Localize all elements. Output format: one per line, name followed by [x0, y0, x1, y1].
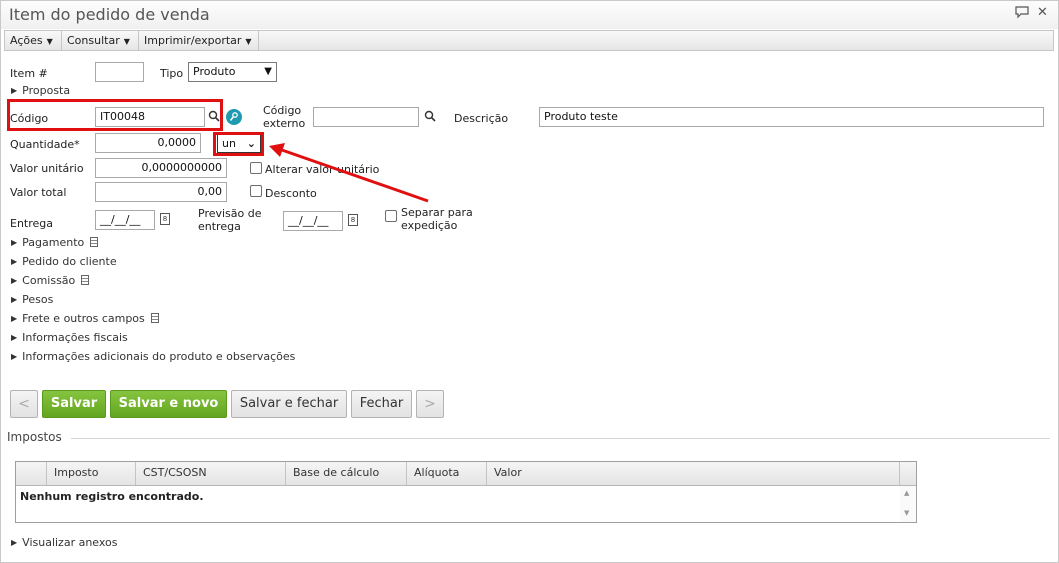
separar-expedicao-checkbox[interactable] — [385, 210, 397, 222]
item-number-label: Item # — [10, 67, 48, 80]
expand-triangle-icon: ▶ — [11, 538, 18, 547]
product-info-icon[interactable] — [226, 109, 242, 125]
expand-triangle-icon: ▶ — [11, 86, 18, 95]
valor-unitario-input[interactable]: 0,0000000000 — [95, 158, 227, 178]
section-pagamento[interactable]: ▶ Pagamento — [11, 236, 99, 249]
caret-down-icon: ▼ — [46, 37, 53, 46]
speech-bubble-icon[interactable] — [1014, 5, 1030, 23]
codigo-externo-label: Código externo — [263, 104, 306, 130]
order-item-window: Item do pedido de venda ✕ Ações ▼ Consult… — [0, 0, 1059, 563]
valor-total-label: Valor total — [10, 186, 67, 199]
calendar-icon[interactable]: 8 — [348, 214, 358, 226]
section-informacoes-adicionais[interactable]: ▶ Informações adicionais do produto e obs… — [11, 350, 295, 363]
salvar-fechar-button[interactable]: Salvar e fechar — [231, 390, 347, 418]
impostos-grid: Imposto CST/CSOSN Base de cálculo Alíquo… — [15, 461, 917, 523]
valor-unitario-label: Valor unitário — [10, 162, 84, 175]
desconto-checkbox[interactable] — [250, 185, 262, 197]
entrega-label: Entrega — [10, 217, 54, 230]
salvar-novo-button[interactable]: Salvar e novo — [110, 390, 227, 418]
scroll-down-icon[interactable]: ▼ — [904, 509, 909, 517]
expand-triangle-icon: ▶ — [11, 238, 18, 247]
caret-down-icon: ▼ — [245, 37, 252, 46]
document-icon — [150, 313, 159, 323]
expand-triangle-icon: ▶ — [11, 352, 18, 361]
scroll-up-icon[interactable]: ▲ — [904, 489, 909, 497]
window-title: Item do pedido de venda — [9, 5, 210, 24]
impostos-divider — [71, 438, 1050, 439]
unidade-highlight-box — [213, 132, 264, 156]
previsao-entrega-label: Previsão de entrega — [198, 207, 262, 233]
calendar-icon[interactable]: 8 — [160, 213, 170, 225]
chevron-down-icon: ▼ — [264, 66, 272, 77]
menu-imprimir-exportar[interactable]: Imprimir/exportar ▼ — [139, 31, 259, 50]
impostos-title: Impostos — [7, 430, 62, 444]
quantidade-label: Quantidade* — [10, 138, 80, 151]
salvar-button[interactable]: Salvar — [42, 390, 106, 418]
section-informacoes-fiscais[interactable]: ▶ Informações fiscais — [11, 331, 128, 344]
caret-down-icon: ▼ — [123, 37, 130, 46]
entrega-date-input[interactable]: __/__/__ — [95, 210, 155, 230]
annotation-arrow-icon — [269, 143, 429, 203]
grid-empty-message: Nenhum registro encontrado. — [20, 490, 204, 503]
item-number-input[interactable] — [95, 62, 144, 82]
expand-triangle-icon: ▶ — [11, 314, 18, 323]
search-icon[interactable] — [424, 110, 438, 124]
section-proposta[interactable]: ▶ Proposta — [11, 84, 70, 97]
codigo-externo-input[interactable] — [313, 107, 419, 127]
grid-header-cst[interactable]: CST/CSOSN — [136, 462, 286, 485]
section-comissao[interactable]: ▶ Comissão — [11, 274, 90, 287]
grid-header: Imposto CST/CSOSN Base de cálculo Alíquo… — [16, 462, 916, 486]
tipo-selected-value: Produto — [193, 65, 236, 78]
previous-button[interactable]: < — [10, 390, 38, 418]
title-bar: Item do pedido de venda ✕ — [1, 1, 1058, 29]
close-icon[interactable]: ✕ — [1037, 5, 1048, 20]
valor-total-input[interactable]: 0,00 — [95, 182, 227, 202]
next-button[interactable]: > — [416, 390, 444, 418]
menu-consultar[interactable]: Consultar ▼ — [62, 31, 139, 50]
expand-triangle-icon: ▶ — [11, 333, 18, 342]
codigo-highlight-box — [7, 99, 223, 131]
grid-header-select[interactable] — [16, 462, 47, 485]
grid-scrollbar[interactable]: ▲ ▼ — [900, 486, 916, 522]
menu-bar: Ações ▼ Consultar ▼ Imprimir/exportar ▼ — [4, 30, 1054, 51]
expand-triangle-icon: ▶ — [11, 257, 18, 266]
quantidade-input[interactable]: 0,0000 — [95, 133, 201, 153]
document-icon — [81, 275, 90, 285]
separar-expedicao-label: Separar para expedição — [401, 206, 473, 232]
menu-acoes[interactable]: Ações ▼ — [5, 31, 62, 50]
descricao-input[interactable]: Produto teste — [539, 107, 1044, 127]
grid-header-imposto[interactable]: Imposto — [47, 462, 136, 485]
descricao-label: Descrição — [454, 112, 509, 125]
previsao-entrega-date-input[interactable]: __/__/__ — [283, 211, 343, 231]
section-visualizar-anexos[interactable]: ▶ Visualizar anexos — [11, 536, 118, 549]
tipo-label: Tipo — [160, 67, 184, 80]
grid-header-valor[interactable]: Valor — [487, 462, 900, 485]
expand-triangle-icon: ▶ — [11, 295, 18, 304]
expand-triangle-icon: ▶ — [11, 276, 18, 285]
grid-header-aliquota[interactable]: Alíquota — [407, 462, 487, 485]
section-pedido-cliente[interactable]: ▶ Pedido do cliente — [11, 255, 117, 268]
section-pesos[interactable]: ▶ Pesos — [11, 293, 53, 306]
fechar-button[interactable]: Fechar — [351, 390, 412, 418]
grid-header-base-calculo[interactable]: Base de cálculo — [286, 462, 407, 485]
alterar-valor-checkbox[interactable] — [250, 162, 262, 174]
section-frete[interactable]: ▶ Frete e outros campos — [11, 312, 159, 325]
tipo-select[interactable]: Produto ▼ — [188, 62, 277, 82]
document-icon — [90, 237, 99, 247]
